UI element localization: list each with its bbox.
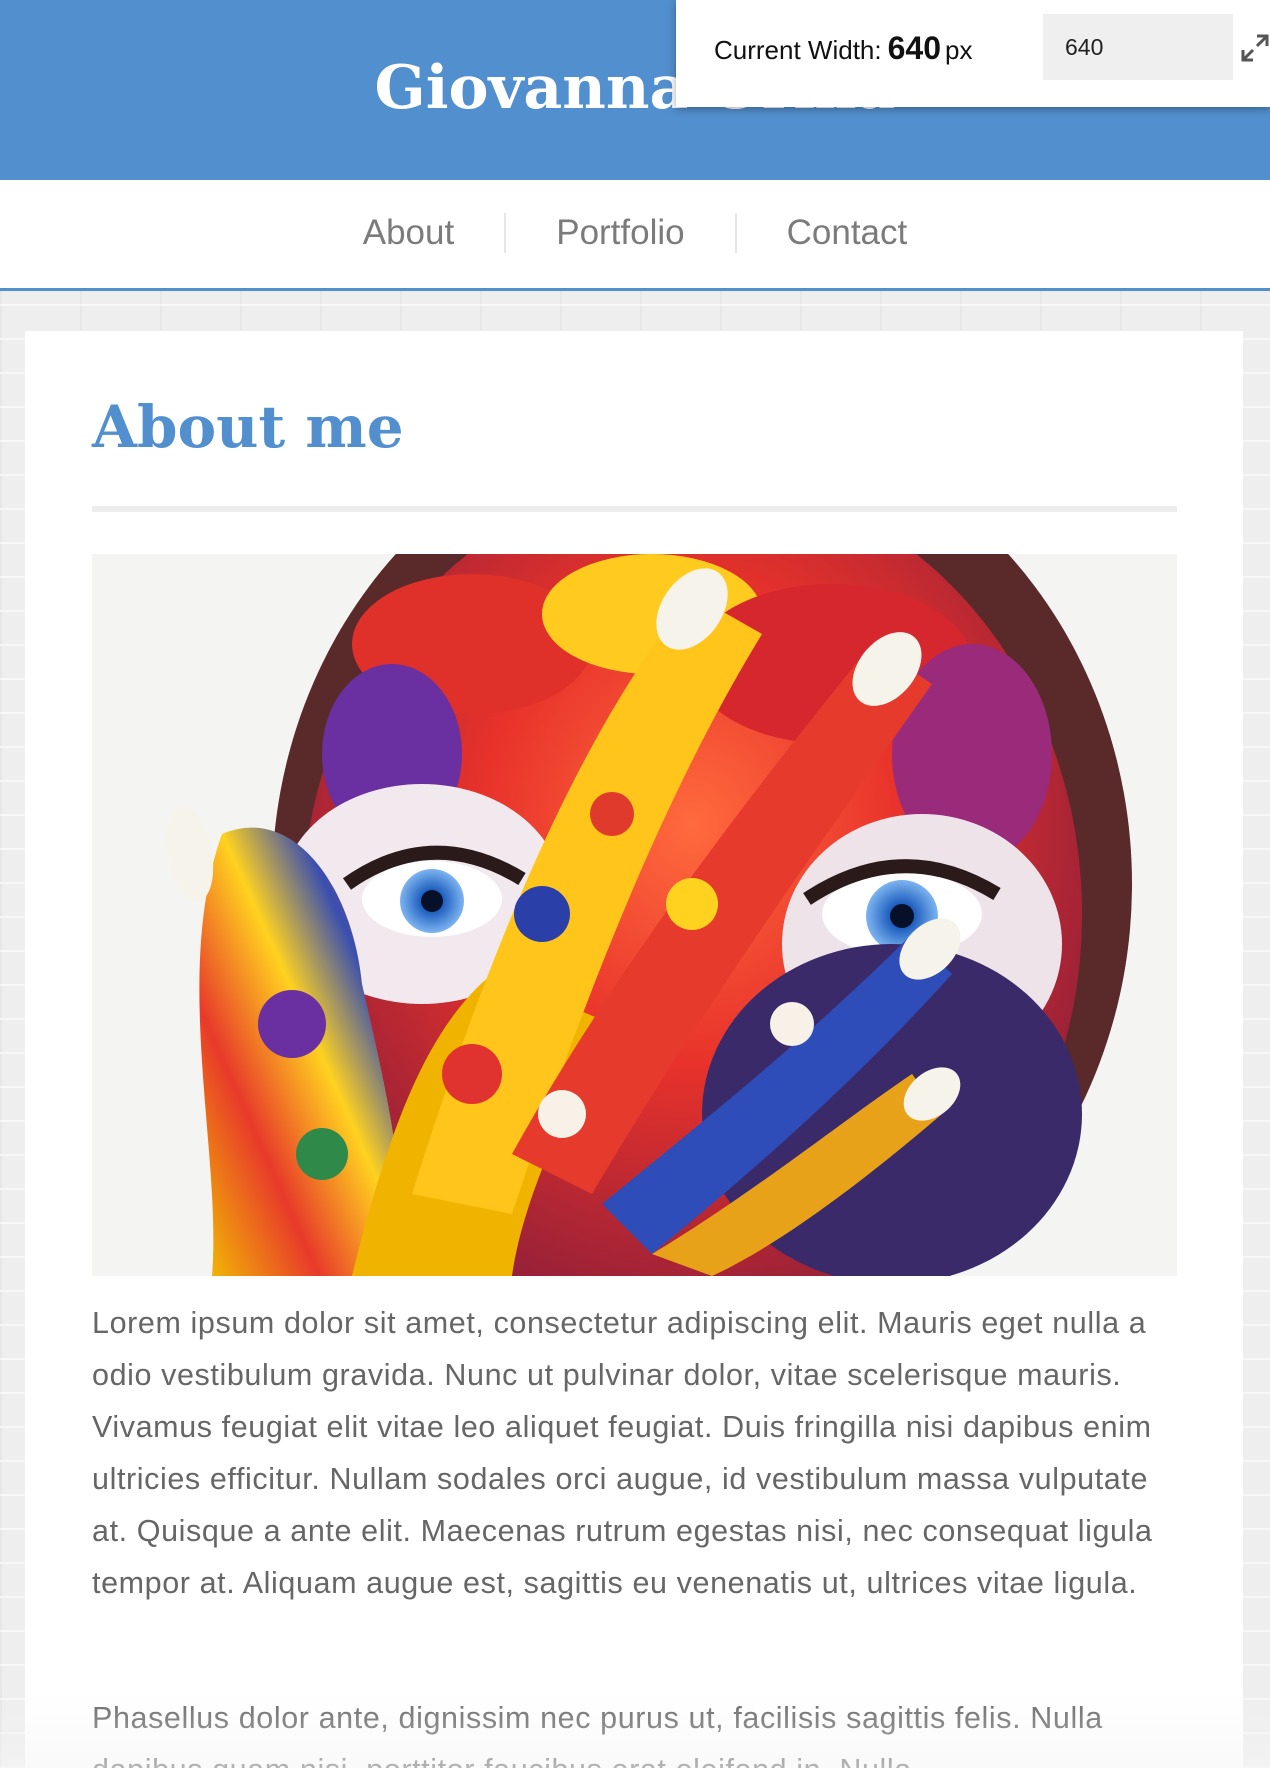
current-width-value: 640 — [887, 30, 941, 66]
page-heading: About me — [92, 393, 404, 461]
expand-arrows-icon[interactable] — [1239, 32, 1270, 64]
current-width-label: Current Width: — [714, 35, 882, 65]
main-nav: About Portfolio Contact — [0, 180, 1270, 291]
about-paragraph-1: Lorem ipsum dolor sit amet, consectetur … — [92, 1306, 1153, 1600]
nav-item-contact[interactable]: Contact — [734, 213, 958, 253]
content-card: About me Lorem ipsum dolor sit amet, con… — [25, 331, 1243, 1768]
heading-divider — [92, 506, 1177, 512]
responsive-width-panel: Current Width: 640 px — [676, 0, 1270, 107]
nav-list: About Portfolio Contact — [0, 213, 1270, 253]
current-width-readout: Current Width: 640 px — [714, 28, 972, 70]
hero-image — [92, 554, 1177, 1276]
nav-item-portfolio[interactable]: Portfolio — [504, 213, 734, 253]
about-paragraph-2: Phasellus dolor ante, dignissim nec puru… — [92, 1701, 1103, 1768]
nav-item-about[interactable]: About — [313, 213, 504, 253]
width-input[interactable] — [1043, 14, 1233, 80]
current-width-unit: px — [945, 35, 973, 65]
